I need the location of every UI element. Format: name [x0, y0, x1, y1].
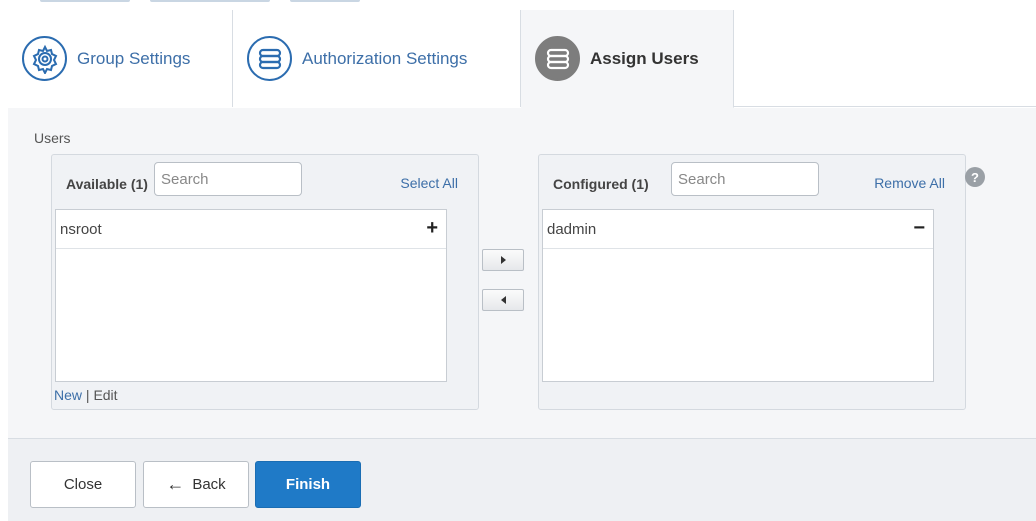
stack-icon: [247, 36, 292, 81]
list-item[interactable]: nsroot +: [56, 210, 446, 249]
available-title: Available (1): [66, 176, 148, 192]
available-search-input[interactable]: [154, 162, 302, 196]
stack-icon: [535, 36, 580, 81]
user-name: nsroot: [60, 220, 102, 238]
remove-all-link[interactable]: Remove All: [874, 175, 945, 191]
breadcrumb-strip: [0, 0, 1036, 10]
arrow-left-icon: [500, 296, 506, 304]
list-item[interactable]: dadmin −: [543, 210, 933, 249]
finish-button[interactable]: Finish: [255, 461, 361, 508]
select-all-link[interactable]: Select All: [400, 175, 458, 191]
wizard-footer: Close ← Back Finish: [8, 438, 1036, 521]
move-right-button[interactable]: [482, 249, 524, 271]
tab-label: Authorization Settings: [302, 48, 468, 68]
configured-users-list: dadmin −: [542, 209, 934, 382]
tab-assign-users[interactable]: Assign Users: [521, 10, 734, 108]
assign-users-content: Users Available (1) Select All nsroot + …: [8, 108, 1036, 438]
breadcrumb-fragment: [40, 0, 130, 2]
available-users-list: nsroot +: [55, 209, 447, 382]
close-button[interactable]: Close: [30, 461, 136, 508]
users-heading: Users: [34, 130, 71, 146]
configured-search-input[interactable]: [671, 162, 819, 196]
tab-label: Assign Users: [590, 48, 699, 68]
gear-icon: [22, 36, 67, 81]
user-name: dadmin: [547, 220, 597, 238]
tab-authorization-settings[interactable]: Authorization Settings: [233, 10, 521, 107]
remove-icon[interactable]: −: [913, 218, 925, 238]
wizard-tab-bar: Group Settings Authorization Settings As…: [8, 10, 1036, 108]
tab-group-settings[interactable]: Group Settings: [8, 10, 233, 107]
add-icon[interactable]: +: [426, 218, 438, 238]
help-icon[interactable]: ?: [965, 167, 985, 187]
back-label: Back: [192, 476, 226, 493]
new-link[interactable]: New: [54, 387, 82, 403]
available-users-panel: Available (1) Select All nsroot + New | …: [51, 154, 479, 410]
configured-users-panel: Configured (1) Remove All dadmin −: [538, 154, 966, 410]
footer-separator: |: [85, 387, 90, 403]
move-left-button[interactable]: [482, 289, 524, 311]
arrow-right-icon: [500, 256, 506, 264]
tab-label: Group Settings: [77, 48, 191, 68]
arrow-left-icon: ←: [166, 474, 185, 494]
back-button[interactable]: ← Back: [143, 461, 249, 508]
configured-title: Configured (1): [553, 176, 649, 192]
available-panel-footer: New | Edit: [54, 387, 118, 403]
edit-link[interactable]: Edit: [93, 387, 117, 403]
breadcrumb-fragment: [150, 0, 270, 2]
breadcrumb-fragment: [290, 0, 360, 2]
